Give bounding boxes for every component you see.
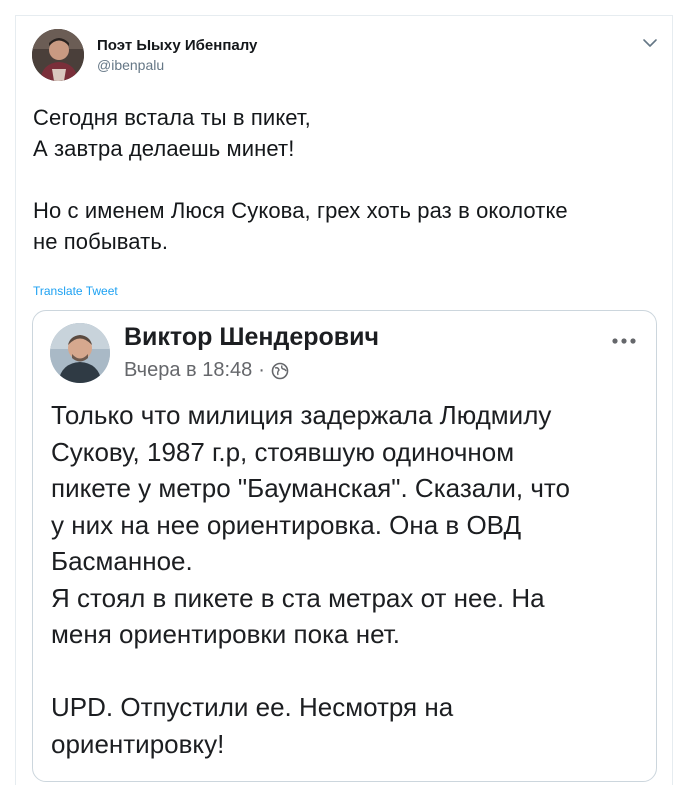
post-line: Я стоял в пикете в ста метрах от нее. На <box>51 582 545 613</box>
author-display-name[interactable]: Поэт Ыыху Ибенпалу <box>97 37 257 54</box>
post-line: UPD. Отпустили ее. Несмотря на <box>51 692 454 722</box>
tweet-card: Поэт Ыыху Ибенпалу @ibenpalu Сегодня вст… <box>15 15 673 785</box>
globe-icon <box>271 362 289 380</box>
tweet-line: Но с именем Люся Сукова, грех хоть раз в… <box>33 198 568 223</box>
post-timestamp: Вчера в 18:48 <box>124 359 253 381</box>
meta-separator: · <box>258 359 265 381</box>
author-avatar[interactable] <box>32 29 84 81</box>
post-author-avatar <box>50 323 110 383</box>
chevron-down-icon[interactable] <box>641 36 659 50</box>
tweet-line-gap <box>33 164 653 195</box>
post-line: у них на нее ориентировка. Она в ОВД <box>51 509 522 540</box>
post-body: Только что милиция задержала Людмилу Сук… <box>51 397 641 762</box>
embedded-post-image[interactable]: Виктор Шендерович Вчера в 18:48 · Только… <box>32 310 657 782</box>
author-handle[interactable]: @ibenpalu <box>97 57 164 73</box>
tweet-line: Сегодня встала ты в пикет, <box>33 105 311 130</box>
post-line: меня ориентировки пока нет. <box>51 619 400 649</box>
post-line: Басманное. <box>51 546 193 576</box>
post-line: ориентировку! <box>51 728 225 759</box>
tweet-line: А завтра делаешь минет! <box>33 136 295 161</box>
more-horizontal-icon <box>611 333 637 344</box>
tweet-line: не побывать. <box>33 229 169 254</box>
translate-tweet-link[interactable]: Translate Tweet <box>33 284 118 298</box>
post-line-gap <box>51 653 641 690</box>
post-line: Только что милиция задержала Людмилу <box>51 400 552 430</box>
post-meta: Вчера в 18:48 · <box>124 359 289 382</box>
post-author-name: Виктор Шендерович <box>124 323 380 351</box>
post-line: Сукову, 1987 г.р, стоявшую одиночном <box>51 436 515 467</box>
tweet-body: Сегодня встала ты в пикет, А завтра дела… <box>33 102 653 257</box>
post-line: пикете у метро "Бауманская". Сказали, чт… <box>51 473 570 503</box>
